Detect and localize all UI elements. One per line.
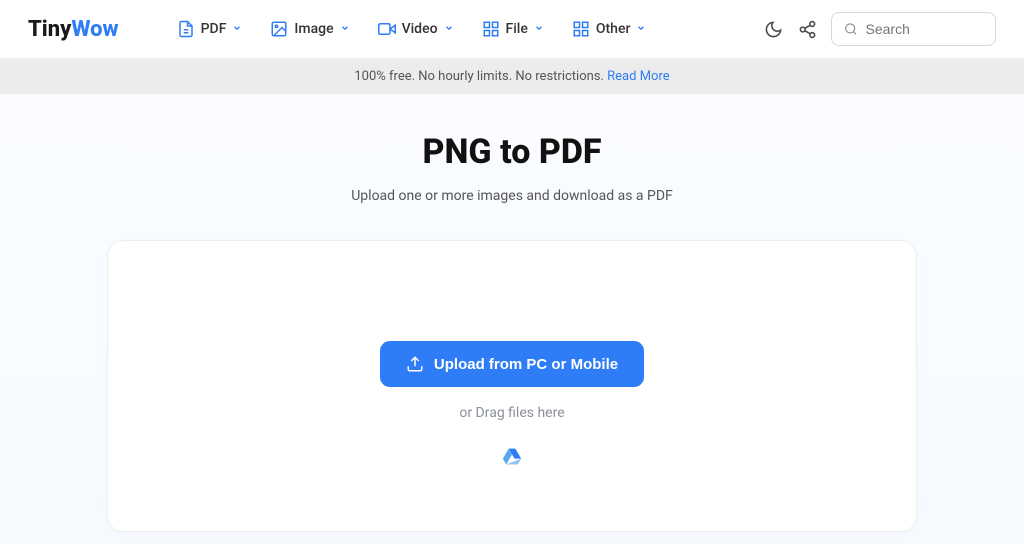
upload-button-label: Upload from PC or Mobile [434,356,618,373]
dark-mode-toggle[interactable] [763,19,783,39]
page-content: PNG to PDF Upload one or more images and… [0,94,1024,544]
drag-text: or Drag files here [108,405,916,421]
logo[interactable]: TinyWow [28,17,119,42]
logo-part2: Wow [71,17,118,42]
nav-label: Other [596,21,631,37]
nav-item-other[interactable]: Other [562,14,657,44]
nav-label: File [506,21,528,37]
share-button[interactable] [797,19,817,39]
nav-label: Video [402,21,438,37]
moon-icon [764,20,783,39]
chevron-down-icon [444,21,454,37]
video-icon [378,20,396,38]
upload-button[interactable]: Upload from PC or Mobile [380,341,644,387]
search-icon [844,21,858,37]
nav-item-file[interactable]: File [472,14,554,44]
banner-link[interactable]: Read More [607,69,669,84]
chevron-down-icon [534,21,544,37]
file-pdf-icon [177,20,195,38]
search-input[interactable] [866,21,983,37]
nav-label: PDF [201,21,227,37]
chevron-down-icon [232,21,242,37]
nav-item-video[interactable]: Video [368,14,464,44]
promo-banner: 100% free. No hourly limits. No restrict… [0,59,1024,94]
nav: PDF Image Video [167,14,763,44]
page-subtitle: Upload one or more images and download a… [0,188,1024,204]
image-icon [270,20,288,38]
nav-item-pdf[interactable]: PDF [167,14,253,44]
google-drive-button[interactable] [502,447,522,467]
search-box[interactable] [831,12,996,46]
banner-text: 100% free. No hourly limits. No restrict… [354,69,607,84]
chevron-down-icon [636,21,646,37]
upload-icon [406,355,424,373]
header-right [763,12,996,46]
logo-part1: Tiny [28,17,71,42]
nav-item-image[interactable]: Image [260,14,359,44]
page-title: PNG to PDF [0,132,1024,172]
grid-icon [572,20,590,38]
upload-card[interactable]: Upload from PC or Mobile or Drag files h… [107,240,917,532]
nav-label: Image [294,21,333,37]
chevron-down-icon [340,21,350,37]
grid-icon [482,20,500,38]
google-drive-icon [502,447,522,467]
share-icon [798,20,817,39]
header: TinyWow PDF Image Video [0,0,1024,59]
